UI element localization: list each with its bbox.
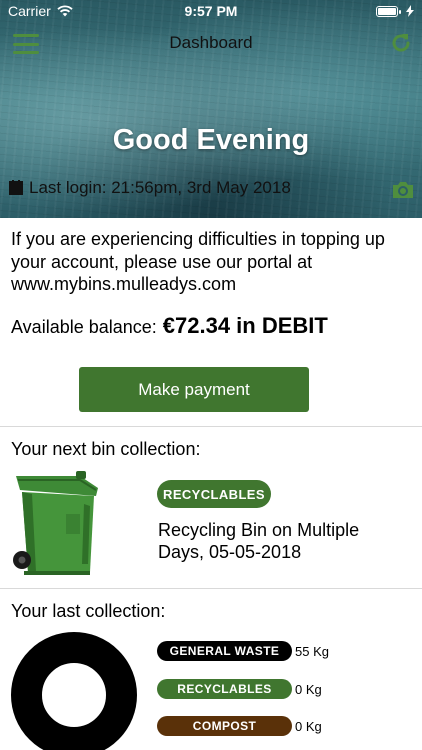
page-title: Dashboard <box>169 33 253 52</box>
recyclables-badge: RECYCLABLES <box>157 480 271 508</box>
divider <box>0 426 422 427</box>
compost-weight: 0 Kg <box>295 718 322 734</box>
recyclables-weight: 0 Kg <box>295 681 322 697</box>
recycling-bin-image <box>13 471 98 575</box>
calendar-icon <box>9 180 23 195</box>
make-payment-button[interactable]: Make payment <box>79 367 309 412</box>
divider <box>0 588 422 589</box>
dashboard-header: Dashboard Good Evening Last login: 21:56… <box>0 0 422 218</box>
battery-icon <box>376 5 401 17</box>
compost-badge: COMPOST <box>157 716 292 736</box>
general-waste-weight: 55 Kg <box>295 643 329 659</box>
last-collection-title: Your last collection: <box>11 601 166 621</box>
portal-notice: If you are experiencing difficulties in … <box>11 229 385 294</box>
next-collection-description: Recycling Bin on Multiple Days, 05-05-20… <box>158 520 360 562</box>
last-login-info: Last login: 21:56pm, 3rd May 2018 <box>8 178 291 198</box>
refresh-icon[interactable] <box>388 30 414 56</box>
recyclables-weight-badge: RECYCLABLES <box>157 679 292 699</box>
collection-weight-donut-chart <box>11 632 137 750</box>
next-collection-title: Your next bin collection: <box>11 439 201 459</box>
wifi-icon <box>57 5 73 17</box>
legend-row-recyclables: RECYCLABLES 0 Kg <box>157 679 322 699</box>
general-waste-badge: GENERAL WASTE <box>157 641 292 661</box>
greeting-text: Good Evening <box>112 124 310 156</box>
charging-bolt-icon <box>406 5 414 17</box>
camera-icon[interactable] <box>390 179 416 201</box>
balance-label: Available balance: <box>11 317 157 337</box>
status-bar: Carrier 9:57 PM <box>0 0 422 22</box>
balance-row: Available balance: €72.34 in DEBIT <box>11 313 328 339</box>
last-login-text: Last login: 21:56pm, 3rd May 2018 <box>29 178 291 197</box>
legend-row-compost: COMPOST 0 Kg <box>157 716 322 736</box>
carrier-label: Carrier <box>8 3 51 19</box>
balance-value: €72.34 in DEBIT <box>162 313 328 338</box>
legend-row-general-waste: GENERAL WASTE 55 Kg <box>157 641 329 661</box>
